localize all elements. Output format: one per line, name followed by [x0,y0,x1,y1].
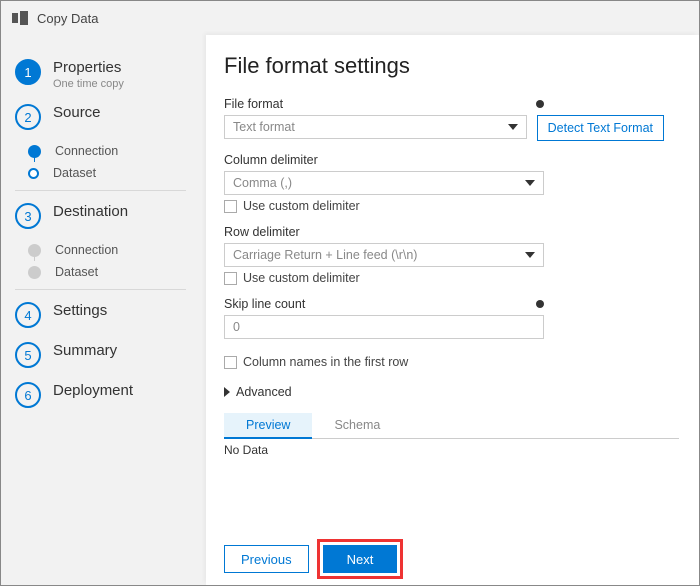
page-title: File format settings [224,53,679,79]
chevron-right-icon [224,387,230,397]
step-number-icon: 5 [15,342,41,368]
info-icon[interactable] [536,100,544,108]
file-format-select[interactable]: Text format [224,115,527,139]
first-row-label: Column names in the first row [243,355,408,369]
step-label: Destination [53,203,128,220]
file-format-value: Text format [233,120,295,134]
advanced-toggle[interactable]: Advanced [224,385,679,399]
tab-preview[interactable]: Preview [224,413,312,439]
column-delimiter-value: Comma (,) [233,176,292,190]
substep-dot-icon [28,168,39,179]
substep-label: Connection [55,144,118,158]
tab-schema[interactable]: Schema [312,413,402,438]
row-delimiter-select[interactable]: Carriage Return + Line feed (\r\n) [224,243,544,267]
next-button[interactable]: Next [323,545,398,573]
step-label: Properties [53,59,124,76]
step-summary[interactable]: 5 Summary [15,336,206,376]
step-sublabel: One time copy [53,78,124,90]
skip-line-value: 0 [233,320,240,334]
step-settings[interactable]: 4 Settings [15,296,206,336]
result-tabs: Preview Schema [224,413,679,439]
substep-dot-icon [28,266,41,279]
divider [15,289,186,290]
app-title: Copy Data [37,11,98,26]
step-destination[interactable]: 3 Destination [15,197,206,237]
column-custom-delimiter-label: Use custom delimiter [243,199,360,213]
substep-source-connection[interactable]: Connection [28,140,206,162]
first-row-checkbox[interactable] [224,356,237,369]
step-number-icon: 3 [15,203,41,229]
advanced-label: Advanced [236,385,292,399]
row-delimiter-value: Carriage Return + Line feed (\r\n) [233,248,417,262]
substep-label: Dataset [53,166,96,180]
chevron-down-icon [508,124,518,130]
previous-button[interactable]: Previous [224,545,309,573]
step-label: Source [53,104,101,121]
step-source[interactable]: 2 Source [15,98,206,138]
row-delimiter-label: Row delimiter [224,225,300,239]
app-icon [11,9,29,27]
detect-text-format-button[interactable]: Detect Text Format [537,115,664,141]
divider [15,190,186,191]
step-number-icon: 4 [15,302,41,328]
skip-line-input[interactable]: 0 [224,315,544,339]
row-custom-delimiter-label: Use custom delimiter [243,271,360,285]
chevron-down-icon [525,180,535,186]
title-bar: Copy Data [1,1,699,35]
step-number-icon: 1 [15,59,41,85]
no-data-text: No Data [224,439,679,457]
substep-dest-connection[interactable]: Connection [28,239,206,261]
skip-line-label: Skip line count [224,297,305,311]
main-panel: File format settings File format Text fo… [206,35,699,585]
wizard-sidebar: 1 Properties One time copy 2 Source Conn… [1,35,206,585]
step-label: Deployment [53,382,133,399]
step-properties[interactable]: 1 Properties One time copy [15,53,206,98]
substep-label: Connection [55,243,118,257]
info-icon[interactable] [536,300,544,308]
column-delimiter-label: Column delimiter [224,153,318,167]
chevron-down-icon [525,252,535,258]
file-format-label: File format [224,97,283,111]
row-custom-delimiter-checkbox[interactable] [224,272,237,285]
step-deployment[interactable]: 6 Deployment [15,376,206,416]
step-label: Settings [53,302,107,319]
step-label: Summary [53,342,117,359]
column-delimiter-select[interactable]: Comma (,) [224,171,544,195]
substep-label: Dataset [55,265,98,279]
wizard-footer: Previous Next [224,531,679,573]
substep-dest-dataset[interactable]: Dataset [28,261,206,283]
substep-source-dataset[interactable]: Dataset [28,162,206,184]
step-number-icon: 6 [15,382,41,408]
column-custom-delimiter-checkbox[interactable] [224,200,237,213]
step-number-icon: 2 [15,104,41,130]
